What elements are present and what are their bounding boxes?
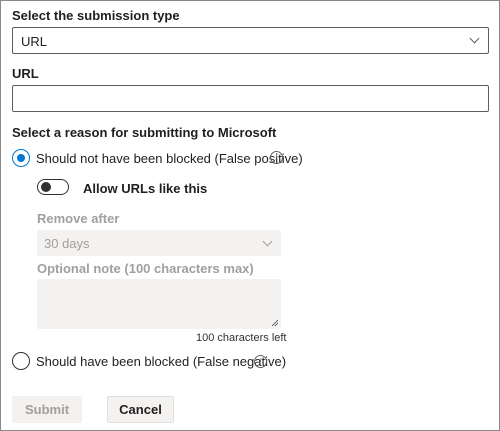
option-false-positive-label[interactable]: Should not have been blocked (False posi… — [36, 151, 303, 166]
chevron-down-icon — [262, 236, 273, 247]
cancel-button[interactable]: Cancel — [107, 396, 174, 423]
toggle-knob — [41, 182, 51, 192]
url-input[interactable] — [12, 85, 489, 112]
submission-type-label: Select the submission type — [12, 8, 180, 23]
resize-handle-icon[interactable] — [272, 320, 278, 326]
option-false-negative-label[interactable]: Should have been blocked (False negative… — [36, 354, 286, 369]
url-label: URL — [12, 66, 39, 81]
submit-button[interactable]: Submit — [12, 396, 82, 423]
chars-left-text: 100 characters left — [196, 332, 287, 344]
submission-type-value: URL — [21, 34, 48, 49]
note-label: Optional note (100 characters max) — [37, 261, 254, 276]
reason-label: Select a reason for submitting to Micros… — [12, 125, 277, 140]
remove-after-dropdown[interactable]: 30 days — [37, 230, 281, 256]
radio-selected-dot — [16, 153, 25, 162]
note-textarea[interactable] — [37, 279, 281, 329]
radio-false-negative[interactable] — [12, 352, 30, 370]
radio-false-positive[interactable] — [12, 149, 30, 167]
allow-urls-label: Allow URLs like this — [83, 181, 208, 196]
remove-after-value: 30 days — [44, 236, 90, 251]
remove-after-label: Remove after — [37, 211, 120, 226]
info-icon[interactable]: i — [270, 151, 283, 164]
info-icon[interactable]: i — [254, 355, 267, 368]
submission-panel: Select the submission type URL URL Selec… — [0, 0, 500, 431]
submission-type-dropdown[interactable]: URL — [12, 27, 489, 54]
allow-urls-toggle[interactable] — [37, 179, 69, 195]
chevron-down-icon — [469, 33, 480, 44]
